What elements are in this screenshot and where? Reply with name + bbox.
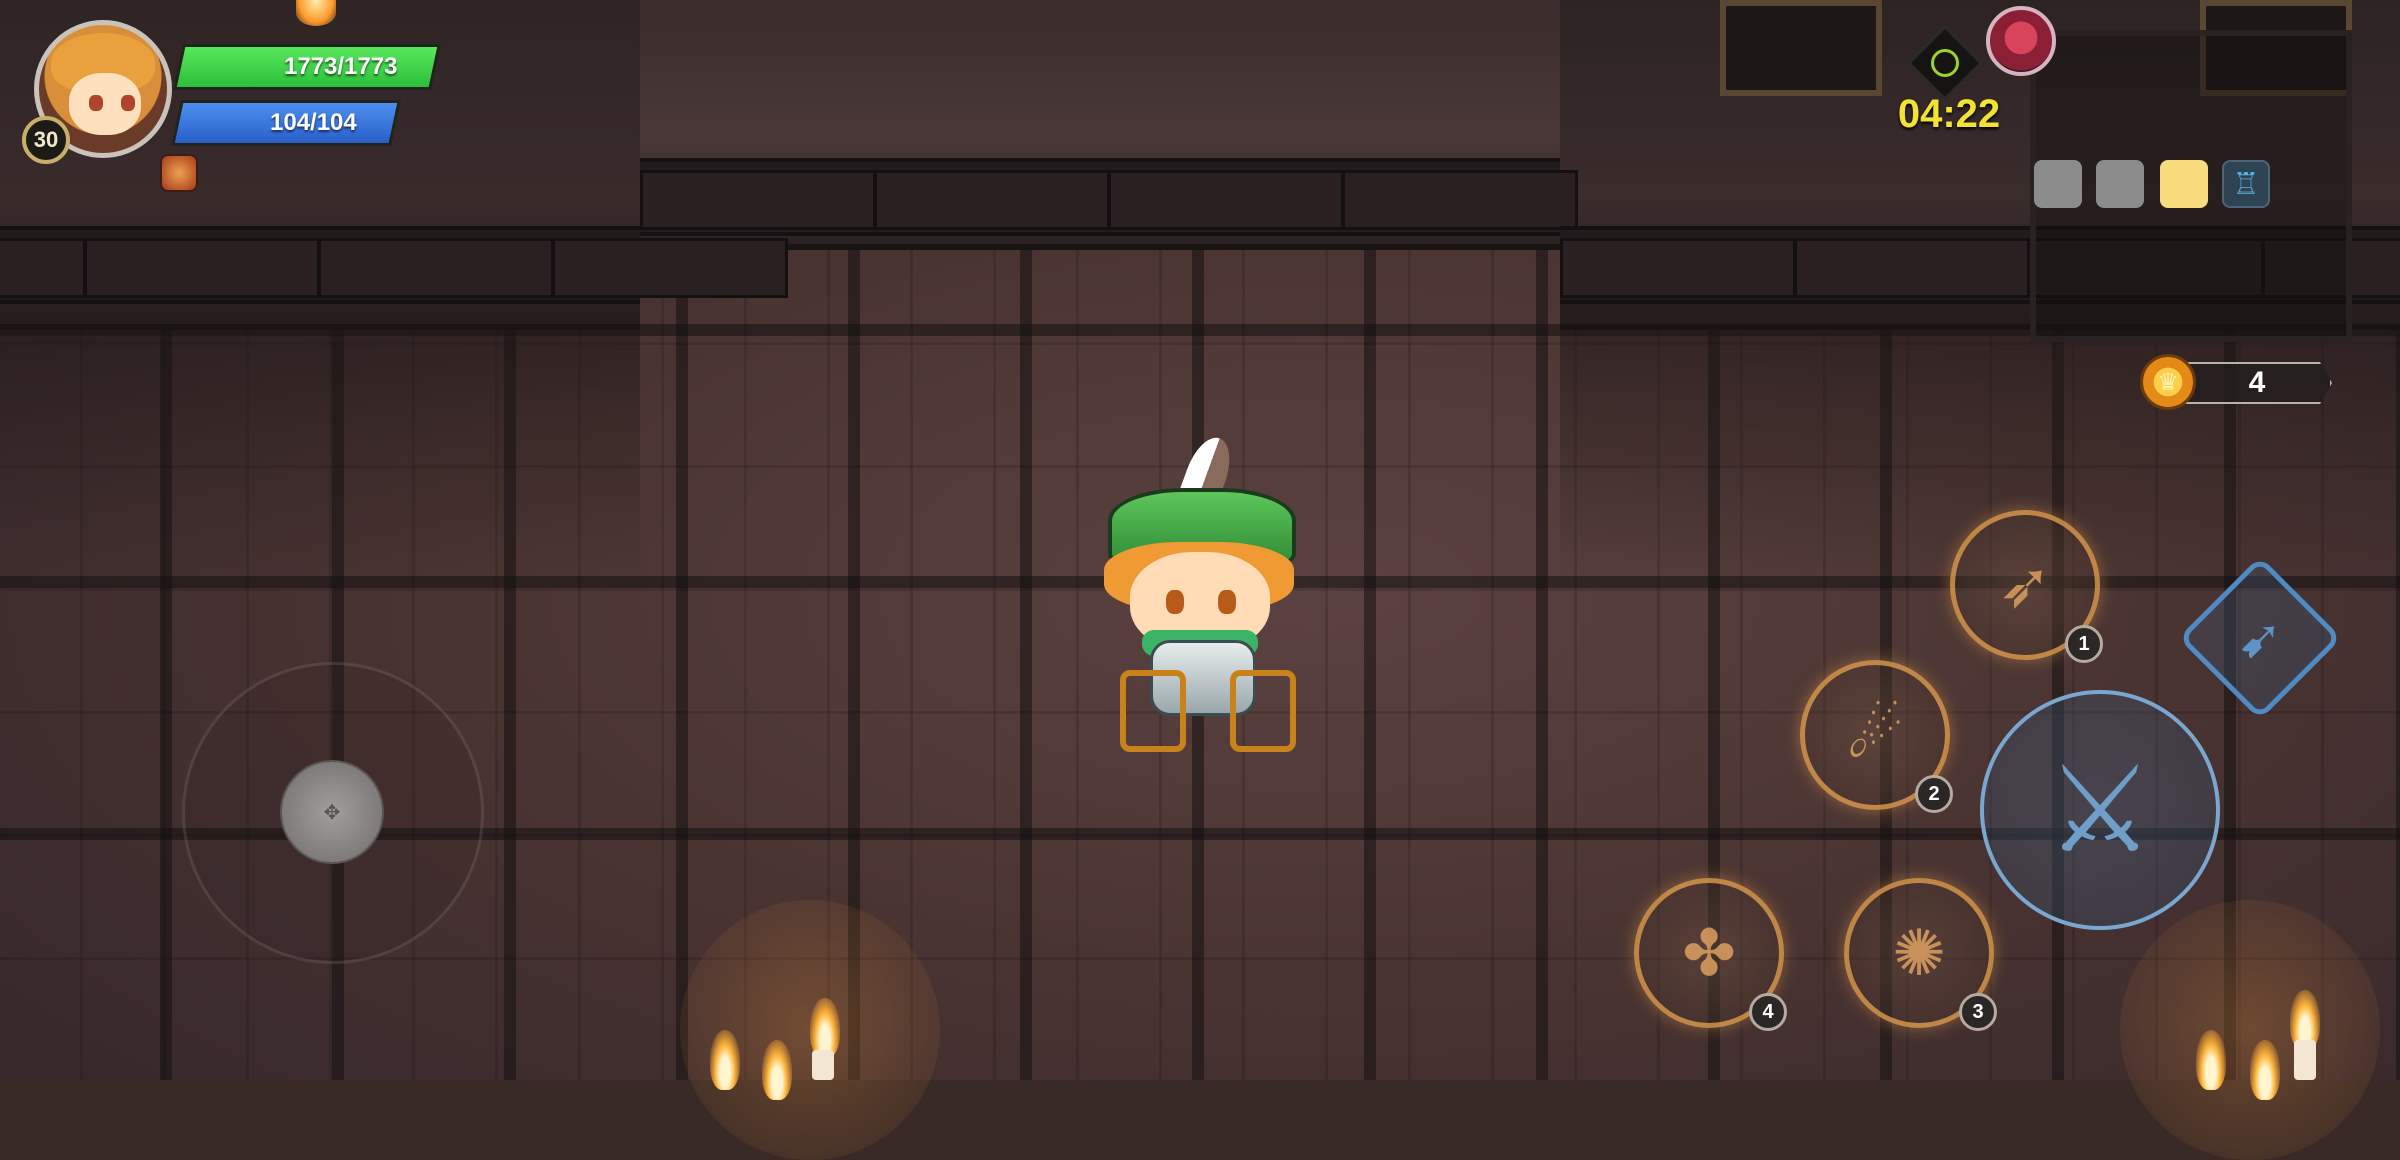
mp-bar: 104/104	[171, 100, 401, 146]
wall-bricks-middle	[640, 158, 1578, 236]
crown-coin-icon: ♛	[2140, 354, 2196, 410]
sword-icon: ⚔	[2046, 742, 2154, 877]
crossbow-right	[1230, 670, 1296, 752]
wall-shadow-left	[0, 330, 640, 580]
item-slot-3[interactable]	[2160, 160, 2208, 208]
boss-portrait-icon[interactable]	[1986, 6, 2056, 76]
skill-slot-number: 3	[1959, 993, 1997, 1031]
candle-flame	[2196, 1030, 2226, 1090]
crown-counter: 4	[2182, 362, 2332, 404]
archer-volley-icon: ➶	[1998, 548, 2052, 621]
candle-flame	[762, 1040, 792, 1100]
buff-status-icon[interactable]	[160, 154, 198, 192]
attack-button[interactable]: ⚔	[1980, 690, 2220, 930]
skill-slot-number: 2	[1915, 775, 1953, 813]
dpad-icon: ✥	[323, 801, 341, 824]
spiral-burst-icon: ✺	[1892, 916, 1946, 989]
item-slot-4[interactable]: ♖	[2222, 160, 2270, 208]
trophy-icon: ♖	[2232, 167, 2260, 201]
wall-window	[1720, 0, 1882, 96]
candle-flame	[710, 1030, 740, 1090]
skill-button-2[interactable]: ☄ 2	[1800, 660, 1953, 813]
candle-glow	[2120, 900, 2380, 1160]
stage-timer: 04:22	[1897, 92, 2001, 136]
player-character	[1090, 430, 1310, 752]
item-slot-2[interactable]	[2096, 160, 2144, 208]
candle-flame	[810, 998, 840, 1058]
item-slot-1[interactable]	[2034, 160, 2082, 208]
wall-bricks-left	[0, 226, 788, 304]
meteor-icon: ☄	[1846, 698, 1904, 771]
skill-button-4[interactable]: ✤ 4	[1634, 878, 1787, 1031]
skill-button-1[interactable]: ➶ 1	[1950, 510, 2103, 663]
joystick-knob[interactable]: ✥	[280, 760, 384, 864]
skill-slot-number: 4	[1749, 993, 1787, 1031]
skill-slot-number: 1	[2065, 625, 2103, 663]
candle	[2294, 1040, 2316, 1080]
hp-text: 1773/1773	[283, 53, 397, 80]
hp-bar: 1773/1773	[173, 44, 441, 90]
player-level-badge: 30	[22, 116, 70, 164]
candle-flame	[2250, 1040, 2280, 1100]
dash-icon: ➹	[2237, 608, 2283, 669]
candle	[812, 1050, 834, 1080]
mp-text: 104/104	[270, 109, 357, 136]
torch-flame	[296, 0, 336, 26]
crown-count: 4	[2248, 366, 2266, 399]
fairy-summon-icon: ✤	[1682, 916, 1736, 989]
crossbow-left	[1120, 670, 1186, 752]
skill-button-3[interactable]: ✺ 3	[1844, 878, 1997, 1031]
